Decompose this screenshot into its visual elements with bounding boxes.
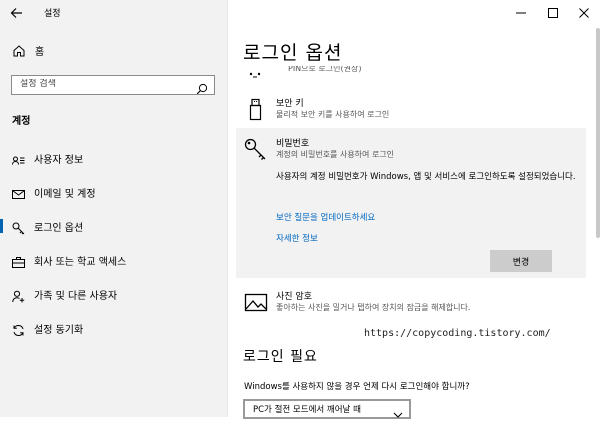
- security-key-option[interactable]: 보안 키 물리적 보안 키를 사용하여 로그인: [244, 96, 584, 122]
- app-title: 설정: [44, 9, 61, 19]
- picture-password-option[interactable]: 사진 암호 좋아하는 사진을 밀거나 탭하여 장치의 잠금을 해제합니다.: [244, 289, 584, 315]
- update-security-questions-link[interactable]: 보안 질문을 업데이트하세요: [276, 211, 375, 223]
- key-icon: [244, 138, 268, 162]
- sidebar-item-label: 가족 및 다른 사용자: [34, 290, 118, 302]
- chevron-down-icon: [393, 405, 403, 418]
- require-signin-dropdown[interactable]: PC가 절전 모드에서 깨어날 때: [243, 399, 411, 419]
- user-info-icon: [12, 152, 25, 165]
- more-info-link[interactable]: 자세한 정보: [276, 232, 318, 244]
- sidebar-item-sign-in-options[interactable]: 로그인 옵션: [0, 214, 227, 238]
- sidebar-item-work-school[interactable]: 회사 또는 학교 액세스: [0, 248, 227, 272]
- change-password-button[interactable]: 변경: [490, 250, 552, 272]
- dropdown-value: PC가 절전 모드에서 깨어날 때: [253, 405, 361, 415]
- security-key-desc: 물리적 보안 키를 사용하여 로그인: [276, 110, 390, 119]
- sidebar-item-label: 설정 동기화: [34, 324, 84, 336]
- pin-dots-icon: [248, 66, 262, 78]
- sidebar-item-label: 로그인 옵션: [34, 222, 84, 234]
- password-title: 비밀번호: [276, 139, 310, 149]
- section-title: 계정: [12, 116, 31, 127]
- sidebar-item-label: 이메일 및 계정: [34, 188, 96, 200]
- usb-key-icon: [244, 98, 268, 122]
- add-user-icon: [12, 288, 25, 302]
- sidebar: 설정 홈 계정 사용자 정보 이메일 및 계정 로그인 옵션: [0, 0, 228, 417]
- search-input[interactable]: [20, 79, 180, 89]
- sidebar-item-sync-settings[interactable]: 설정 동기화: [0, 316, 227, 340]
- password-desc: 계정의 비밀번호를 사용하여 로그인: [276, 150, 395, 159]
- main-content: 로그인 옵션 PIN으로 로그인(권장) 보안 키 물리적 보안 키를 사용하여…: [228, 0, 602, 419]
- back-arrow-icon[interactable]: [8, 4, 26, 22]
- password-info: 사용자의 계정 비밀번호가 Windows, 앱 및 서비스에 로그인하도록 설…: [276, 172, 576, 182]
- search-icon[interactable]: [196, 80, 208, 95]
- picture-password-desc: 좋아하는 사진을 밀거나 탭하여 장치의 잠금을 해제합니다.: [276, 303, 471, 312]
- sidebar-item-label: 회사 또는 학교 액세스: [34, 256, 127, 268]
- password-panel[interactable]: 비밀번호 계정의 비밀번호를 사용하여 로그인 사용자의 계정 비밀번호가 Wi…: [236, 128, 586, 278]
- require-signin-title: 로그인 필요: [243, 349, 318, 365]
- pin-option-partial[interactable]: PIN으로 로그인(권장): [244, 66, 584, 78]
- sidebar-item-label: 사용자 정보: [34, 154, 84, 166]
- home-nav-item[interactable]: 홈: [12, 40, 212, 60]
- title-bar: 설정: [0, 0, 227, 26]
- picture-password-title: 사진 암호: [276, 292, 312, 302]
- home-label: 홈: [35, 46, 45, 58]
- briefcase-icon: [12, 254, 25, 268]
- sidebar-item-user-info[interactable]: 사용자 정보: [0, 146, 227, 170]
- password-header: 비밀번호 계정의 비밀번호를 사용하여 로그인: [244, 136, 584, 162]
- watermark-url: https://copycoding.tistory.com/: [364, 328, 551, 339]
- require-signin-question: Windows를 사용하지 않을 경우 언제 다시 로그인해야 합니까?: [244, 382, 470, 392]
- home-icon: [12, 43, 26, 57]
- pin-option-text: PIN으로 로그인(권장): [288, 66, 362, 73]
- sync-icon: [12, 322, 25, 336]
- picture-icon: [244, 291, 268, 315]
- page-title: 로그인 옵션: [243, 42, 343, 64]
- sidebar-item-email-accounts[interactable]: 이메일 및 계정: [0, 180, 227, 204]
- scrollbar[interactable]: [596, 28, 600, 238]
- security-key-title: 보안 키: [276, 99, 304, 109]
- mail-icon: [12, 186, 25, 199]
- key-icon: [12, 220, 25, 234]
- search-box[interactable]: [11, 75, 215, 95]
- sidebar-item-family-users[interactable]: 가족 및 다른 사용자: [0, 282, 227, 306]
